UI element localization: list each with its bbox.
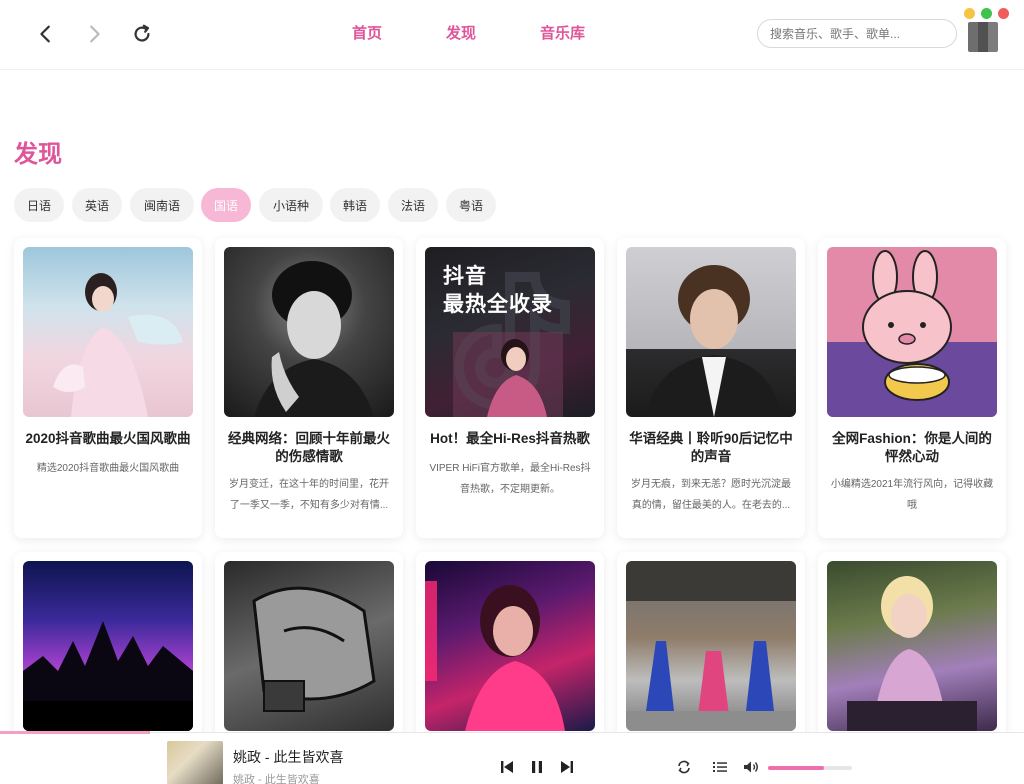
playlist-card[interactable] bbox=[617, 552, 805, 742]
skip-previous-icon bbox=[501, 761, 513, 773]
chevron-left-icon bbox=[40, 25, 50, 43]
playlist-description: VIPER HiFi官方歌单，最全Hi-Res抖音热歌，不定期更新。 bbox=[429, 463, 591, 495]
top-bar: 首页 发现 音乐库 bbox=[0, 0, 1024, 70]
cover-dance-icon bbox=[626, 561, 796, 731]
playback-progress[interactable] bbox=[0, 731, 150, 734]
tag-korean[interactable]: 韩语 bbox=[330, 188, 380, 222]
tag-mandarin[interactable]: 国语 bbox=[201, 188, 251, 222]
tag-french[interactable]: 法语 bbox=[388, 188, 438, 222]
next-button[interactable] bbox=[557, 757, 577, 777]
cover-caption: 抖音 最热全收录 bbox=[443, 265, 553, 316]
pause-button[interactable] bbox=[527, 757, 547, 777]
forward-button[interactable] bbox=[80, 20, 108, 48]
previous-button[interactable] bbox=[497, 757, 517, 777]
playlist-card[interactable]: 华语经典丨聆听90后记忆中的声音 岁月无痕，到来无恙？愿时光沉淀最真的情，留住最… bbox=[617, 238, 805, 538]
cover-manga-icon bbox=[224, 561, 394, 731]
tag-english[interactable]: 英语 bbox=[72, 188, 122, 222]
playlist-title: Hot！最全Hi-Res抖音热歌 bbox=[430, 431, 590, 446]
playlist-card[interactable] bbox=[416, 552, 604, 742]
close-dot[interactable] bbox=[998, 8, 1009, 19]
menu-library[interactable]: 音乐库 bbox=[540, 22, 585, 43]
volume-slider[interactable] bbox=[768, 766, 852, 770]
user-avatar[interactable] bbox=[968, 22, 998, 52]
playlist-description: 岁月无痕，到来无恙？愿时光沉淀最真的情，留住最美的人。在老去的... bbox=[631, 479, 791, 511]
pause-icon bbox=[532, 761, 542, 773]
playlist-card[interactable] bbox=[14, 552, 202, 742]
tag-minor-languages[interactable]: 小语种 bbox=[259, 188, 323, 222]
skip-next-icon bbox=[561, 761, 573, 773]
repeat-button[interactable] bbox=[674, 757, 694, 777]
playlist-card[interactable]: 2020抖音歌曲最火国风歌曲 精选2020抖音歌曲最火国风歌曲 bbox=[14, 238, 202, 538]
playlist-card[interactable] bbox=[818, 552, 1006, 742]
refresh-icon bbox=[134, 24, 150, 42]
playlist-title: 经典网络：回顾十年前最火的伤感情歌 bbox=[228, 431, 390, 464]
playlist-title: 2020抖音歌曲最火国风歌曲 bbox=[25, 431, 191, 446]
tag-minnan[interactable]: 闽南语 bbox=[130, 188, 194, 222]
tag-japanese[interactable]: 日语 bbox=[14, 188, 64, 222]
cover-guofeng-icon bbox=[23, 247, 193, 417]
volume-button[interactable] bbox=[741, 757, 761, 777]
volume-level bbox=[768, 766, 825, 770]
cover-rabbit-icon bbox=[827, 247, 997, 417]
playlist-card[interactable] bbox=[215, 552, 403, 742]
cover-dj-blonde-icon bbox=[827, 561, 997, 731]
tag-cantonese[interactable]: 粤语 bbox=[446, 188, 496, 222]
playlist-title: 华语经典丨聆听90后记忆中的声音 bbox=[629, 431, 793, 464]
cover-dj-neon-icon bbox=[425, 561, 595, 731]
volume-icon bbox=[744, 761, 758, 773]
cover-portrait-bw-icon bbox=[224, 247, 394, 417]
maximize-dot[interactable] bbox=[981, 8, 992, 19]
cover-concert-icon bbox=[23, 561, 193, 731]
search-input[interactable] bbox=[770, 26, 944, 41]
cover-portrait-man-icon bbox=[626, 247, 796, 417]
playlist-button[interactable] bbox=[710, 757, 730, 777]
menu-home[interactable]: 首页 bbox=[352, 22, 382, 43]
now-playing-artist[interactable]: 姚政 - 此生皆欢喜 bbox=[233, 771, 320, 784]
page-title: 发现 bbox=[14, 141, 62, 168]
player-bar: 姚政 - 此生皆欢喜 姚政 - 此生皆欢喜 bbox=[0, 731, 1024, 784]
menu-discover[interactable]: 发现 bbox=[446, 22, 476, 43]
refresh-button[interactable] bbox=[128, 20, 156, 48]
search-box[interactable] bbox=[757, 19, 957, 48]
playlist-title: 全网Fashion：你是人间的怦然心动 bbox=[832, 431, 992, 464]
chevron-right-icon bbox=[90, 25, 100, 43]
cover-douyin-icon: 抖音 最热全收录 bbox=[425, 247, 595, 417]
playlist-card[interactable]: 抖音 最热全收录 Hot！最全Hi-Res抖音热歌 VIPER HiFi官方歌单，… bbox=[416, 238, 604, 538]
back-button[interactable] bbox=[32, 20, 60, 48]
now-playing-cover[interactable] bbox=[167, 741, 223, 784]
minimize-dot[interactable] bbox=[964, 8, 975, 19]
playlist-card[interactable]: 全网Fashion：你是人间的怦然心动 小编精选2021年流行风向，记得收藏哦 bbox=[818, 238, 1006, 538]
playlist-description: 小编精选2021年流行风向，记得收藏哦 bbox=[830, 479, 994, 511]
now-playing-title[interactable]: 姚政 - 此生皆欢喜 bbox=[233, 747, 343, 767]
playlist-card[interactable]: 经典网络：回顾十年前最火的伤感情歌 岁月变迁，在这十年的时间里，花开了一季又一季… bbox=[215, 238, 403, 538]
playlist-description: 岁月变迁，在这十年的时间里，花开了一季又一季，不知有多少对有情... bbox=[229, 479, 389, 511]
playlist-description: 精选2020抖音歌曲最火国风歌曲 bbox=[36, 463, 180, 474]
repeat-icon bbox=[678, 760, 690, 774]
list-icon bbox=[713, 762, 727, 772]
